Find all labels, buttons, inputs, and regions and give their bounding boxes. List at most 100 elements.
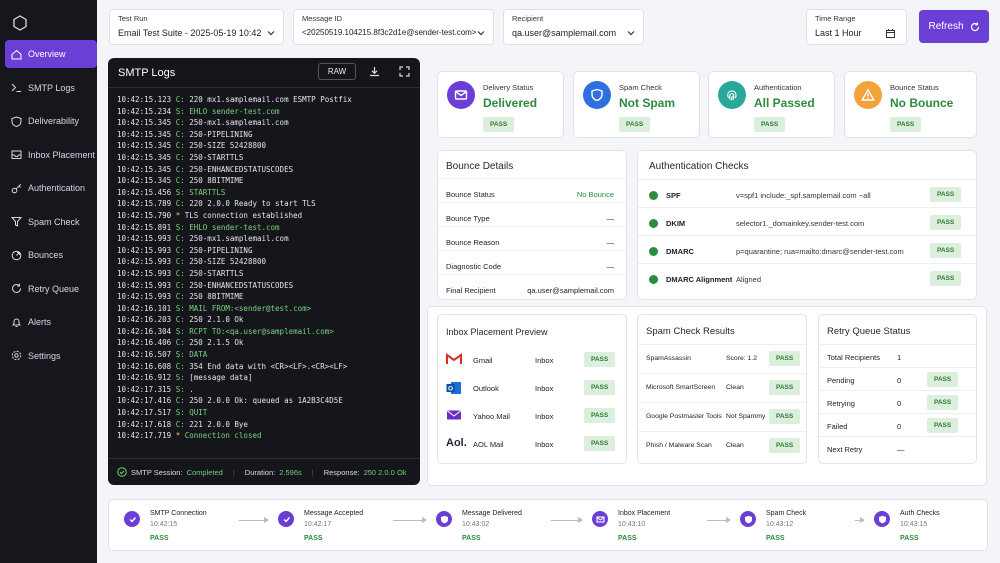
calendar-icon	[886, 29, 895, 38]
check-circle-icon	[649, 191, 658, 200]
sidebar-item-deliverability[interactable]: Deliverability	[5, 107, 97, 135]
log-line: 10:42:15.993 C: 250-SIZE 52428800	[117, 256, 352, 268]
log-tag: C:	[175, 361, 185, 371]
status-card-spam-check[interactable]: Spam Check Not Spam PASS	[573, 71, 700, 138]
log-lines[interactable]: 10:42:15.123 C: 220 mx1.samplemail.com E…	[117, 94, 352, 442]
log-time: 10:42:17.719	[117, 431, 172, 441]
chevron-down-icon	[627, 31, 635, 36]
retry-row-value: 0	[897, 399, 902, 408]
time-range-label: Time Range	[815, 14, 856, 23]
session-label: SMTP Session:	[131, 467, 183, 477]
gear-icon	[11, 350, 22, 361]
retry-row-value: 0	[897, 422, 902, 431]
outlook-icon: O	[446, 381, 462, 397]
retry-row-label: Next Retry	[827, 445, 863, 454]
spam-check-value: Clean	[726, 384, 744, 391]
inbox-provider-name: Gmail	[473, 356, 493, 365]
sidebar-item-inbox-placement[interactable]: Inbox Placement	[5, 141, 97, 169]
log-message: 250-ENHANCEDSTATUSCODES	[189, 280, 294, 290]
pass-badge: PASS	[930, 271, 962, 286]
sidebar-item-smtp-logs[interactable]: SMTP Logs	[5, 74, 97, 102]
retry-row-label: Retrying	[827, 399, 855, 408]
pass-badge: PASS	[930, 243, 962, 258]
divider	[819, 344, 976, 345]
raw-button[interactable]: RAW	[318, 63, 356, 80]
sidebar-item-settings[interactable]: Settings	[5, 342, 97, 370]
bounce-row-label: Bounce Status	[446, 190, 495, 199]
divider	[438, 226, 626, 227]
log-time: 10:42:15.456	[117, 187, 172, 197]
status-card-authentication[interactable]: Authentication All Passed PASS	[708, 71, 835, 138]
status-card-delivery-status[interactable]: Delivery Status Delivered PASS	[437, 71, 564, 138]
sidebar-item-alerts[interactable]: Alerts	[5, 308, 97, 336]
log-line: 10:42:15.993 C: 250-PIPELINING	[117, 245, 352, 257]
divider	[638, 344, 806, 345]
log-tag: C:	[175, 419, 185, 429]
log-time: 10:42:17.416	[117, 396, 172, 406]
response-label: Response:	[323, 467, 360, 477]
response-value: 250 2.0.0 Ok	[363, 467, 407, 477]
log-message: 250 8BITMIME	[189, 176, 244, 186]
timeline-step-name: Message Accepted	[304, 510, 364, 517]
divider	[108, 87, 420, 88]
log-message: 220 2.0.0 Ready to start TLS	[189, 199, 316, 209]
check-circle-icon	[649, 275, 658, 284]
log-message: EHLO sender-test.com	[189, 222, 280, 232]
sidebar-item-retry-queue[interactable]: Retry Queue	[5, 275, 97, 303]
log-tag: S:	[175, 187, 185, 197]
shield-icon	[436, 511, 452, 527]
log-time: 10:42:16.912	[117, 373, 172, 383]
key-icon	[11, 183, 22, 193]
app-logo-icon[interactable]	[12, 15, 28, 31]
inbox-placement-card: Inbox Placement Preview Gmail Inbox PASS O O…	[437, 314, 627, 464]
timeline-arrow	[855, 517, 865, 523]
log-message: 354 End data with <CR><LF>.<CR><LF>	[189, 361, 348, 371]
pass-badge: PASS	[769, 351, 801, 366]
bounce-row-label: Final Recipient	[446, 286, 496, 295]
download-icon[interactable]	[369, 66, 380, 77]
fullscreen-icon[interactable]	[399, 66, 410, 77]
inbox-folder: Inbox	[535, 440, 554, 449]
shield-icon	[740, 511, 756, 527]
auth-check-value: p=quarantine; rua=mailto:dmarc@sender-te…	[736, 247, 904, 256]
spam-check-card: Spam Check Results SpamAssassin Score: 1.…	[637, 314, 807, 464]
home-icon	[11, 49, 22, 59]
divider	[638, 263, 976, 264]
shield-icon	[874, 511, 890, 527]
timeline-step-name: SMTP Connection	[150, 510, 207, 517]
delivery-timeline: SMTP Connection 10:42:15 PASS Message Accep…	[108, 499, 988, 551]
refresh-button[interactable]: Refresh	[919, 10, 989, 43]
log-tag: C:	[175, 176, 185, 186]
test-run-select[interactable]: Test Run Email Test Suite - 2025-05-19 1…	[109, 9, 284, 45]
pass-badge: PASS	[927, 372, 959, 387]
log-line: 10:42:15.993 C: 250-ENHANCEDSTATUSCODES	[117, 280, 352, 292]
sidebar-item-overview[interactable]: Overview	[5, 40, 97, 68]
inbox-icon	[11, 150, 22, 159]
sidebar-item-spam-check[interactable]: Spam Check	[5, 208, 97, 236]
message-id-select[interactable]: Message ID <20250519.104215.8f3c2d1e@sen…	[293, 9, 494, 45]
pass-badge: PASS	[930, 215, 962, 230]
retry-queue-title: Retry Queue Status	[827, 326, 911, 337]
smtp-logs-panel: SMTP Logs RAW 10:42:15.123 C: 220 mx1.sa…	[108, 58, 420, 485]
gmail-icon	[446, 353, 462, 367]
log-line: 10:42:16.304 S: RCPT TO:<qa.user@samplem…	[117, 326, 352, 338]
spam-check-value: Clean	[726, 442, 744, 449]
log-tag: S:	[175, 326, 185, 336]
log-time: 10:42:15.993	[117, 245, 172, 255]
time-range-select[interactable]: Time Range Last 1 Hour	[806, 9, 907, 45]
pass-badge: PASS	[927, 395, 959, 410]
status-card-title: Authentication	[754, 83, 802, 92]
pass-badge: PASS	[584, 436, 616, 451]
recipient-select[interactable]: Recipient qa.user@samplemail.com	[503, 9, 644, 45]
log-time: 10:42:15.345	[117, 164, 172, 174]
duration-label: Duration:	[244, 467, 276, 477]
log-message: 250-mx1.samplemail.com	[189, 118, 289, 128]
sidebar-item-bounces[interactable]: Bounces	[5, 241, 97, 269]
bounce-row-value: No Bounce	[576, 190, 614, 199]
test-run-label: Test Run	[118, 14, 148, 23]
test-run-value: Email Test Suite - 2025-05-19 10:42	[118, 28, 262, 38]
status-card-bounce-status[interactable]: Bounce Status No Bounce PASS	[844, 71, 977, 138]
log-tag: S:	[175, 373, 185, 383]
log-tag: S:	[175, 408, 185, 418]
sidebar-item-authentication[interactable]: Authentication	[5, 174, 97, 202]
